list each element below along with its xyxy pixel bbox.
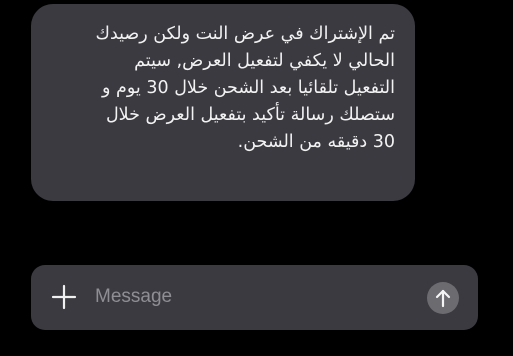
received-message-bubble[interactable]: تم الإشتراك في عرض النت ولكن رصيدك الحال… [31,4,415,201]
message-composer [31,265,478,330]
message-line: ستصلك رسالة تأكيد بتفعيل العرض خلال [105,105,395,125]
message-input[interactable] [95,280,405,314]
arrow-up-icon [435,289,451,308]
message-line: التفعيل تلقائيا بعد الشحن خلال 30 يوم و [102,78,395,98]
messages-screen: تم الإشتراك في عرض النت ولكن رصيدك الحال… [0,0,513,356]
message-line: تم الإشتراك في عرض النت ولكن رصيدك [95,24,395,44]
add-attachment-button[interactable] [49,282,79,312]
plus-icon [51,284,77,310]
message-text: تم الإشتراك في عرض النت ولكن رصيدك الحال… [45,21,395,156]
message-line: 30 دقيقه من الشحن. [237,132,395,152]
send-button[interactable] [427,282,459,314]
message-line: الحالي لا يكفي لتفعيل العرض, سيتم [134,51,395,71]
